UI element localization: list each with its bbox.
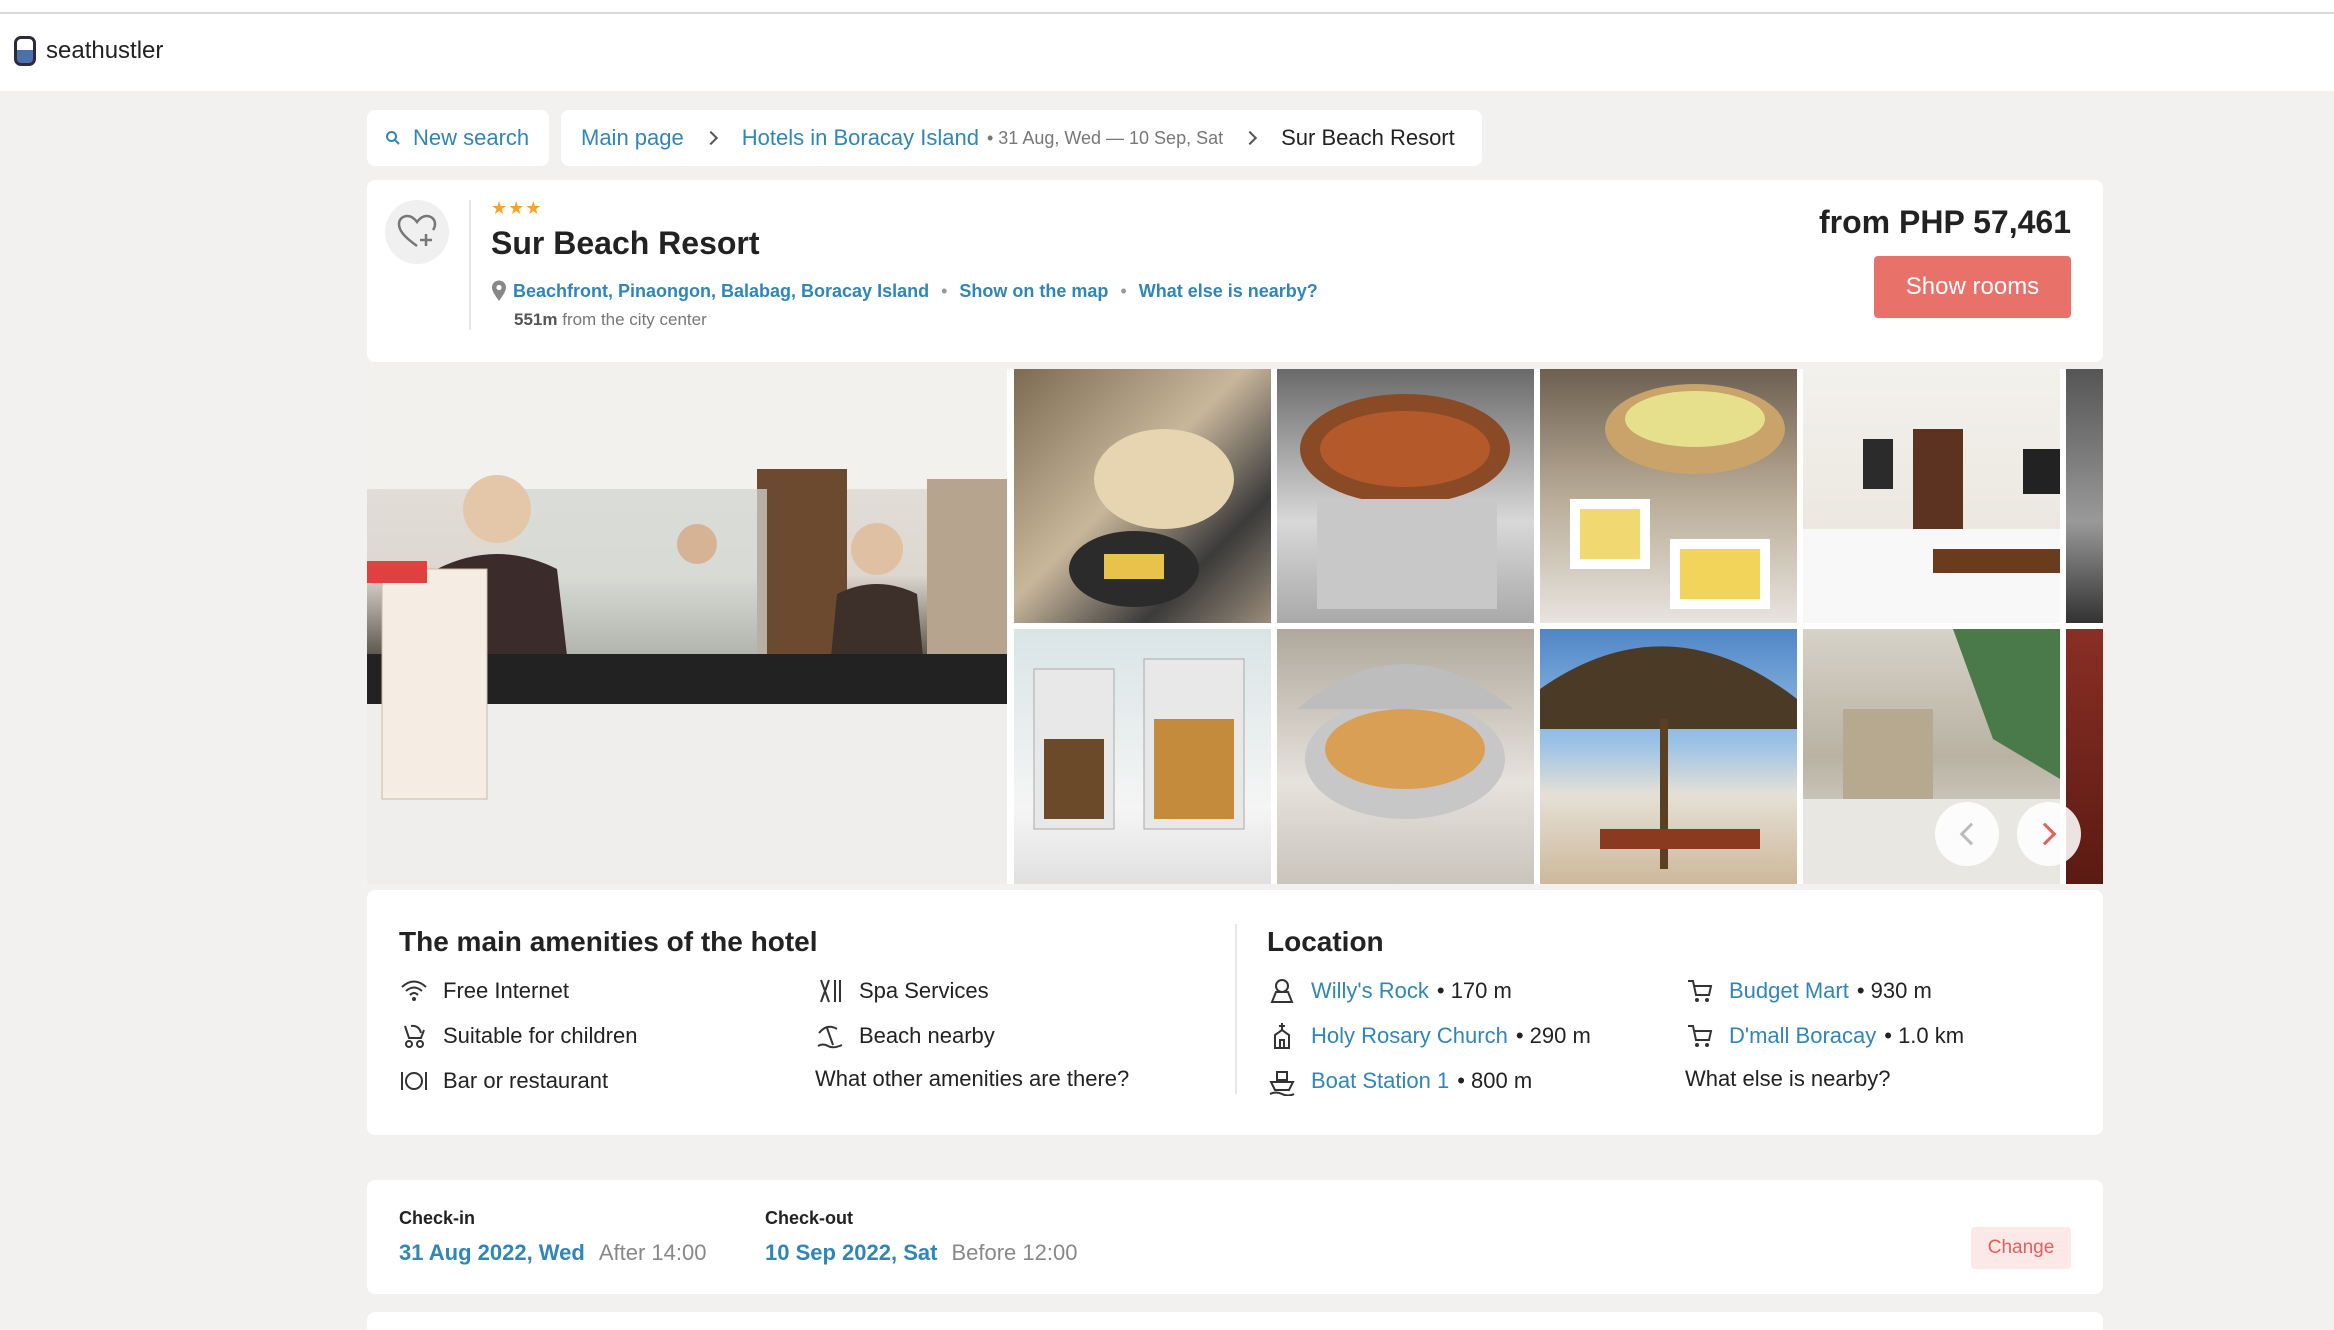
amenity-label: Free Internet — [443, 978, 569, 1003]
distance-text: from the city center — [562, 310, 707, 329]
checkin-label: Check-in — [399, 1208, 476, 1228]
location-item: Willy's Rock • 170 m — [1267, 976, 1512, 1006]
hotel-address-link[interactable]: Beachfront, Pinaongon, Balabag, Boracay … — [513, 281, 929, 302]
shopping-cart-icon — [1688, 1025, 1713, 1047]
location-item: Boat Station 1 • 800 m — [1267, 1066, 1532, 1096]
site-header: seathustler — [0, 14, 2334, 91]
cereal-photo[interactable] — [1014, 629, 1271, 884]
logo[interactable]: seathustler — [14, 36, 163, 66]
location-item: Budget Mart • 930 m — [1685, 976, 1932, 1006]
gallery-prev-button[interactable] — [1935, 802, 1999, 866]
address-row: Beachfront, Pinaongon, Balabag, Boracay … — [491, 280, 1318, 302]
location-title: Location — [1267, 926, 1384, 957]
location-distance: • 930 m — [1856, 978, 1932, 1003]
breadcrumb-main-page[interactable]: Main page — [581, 125, 684, 151]
photo-gallery — [367, 369, 2103, 884]
wifi-icon — [401, 980, 427, 1001]
location-item: Holy Rosary Church • 290 m — [1267, 1021, 1591, 1051]
checkin-value[interactable]: 31 Aug 2022, Wed After 14:00 — [399, 1240, 707, 1266]
amenities-card: The main amenities of the hotel Free Int… — [367, 890, 2103, 1135]
check-in-out-card: Check-in 31 Aug 2022, Wed After 14:00 Ch… — [367, 1180, 2103, 1294]
favorite-button[interactable] — [385, 200, 449, 264]
new-search-button[interactable]: New search — [367, 110, 549, 166]
breadcrumb: Main page Hotels in Boracay Island • 31 … — [561, 110, 1482, 166]
next-section-card — [367, 1312, 2103, 1330]
hotel-header-card: ★★★ Sur Beach Resort Beachfront, Pinaong… — [367, 180, 2103, 362]
breadcrumb-dates: • 31 Aug, Wed — 10 Sep, Sat — [986, 127, 1224, 148]
spa-icon — [820, 979, 841, 1003]
hotel-name: Sur Beach Resort — [491, 225, 760, 261]
location-distance: • 800 m — [1457, 1068, 1533, 1093]
restaurant-icon — [401, 1072, 427, 1090]
chevron-right-icon — [1243, 130, 1258, 146]
breadcrumb-hotels[interactable]: Hotels in Boracay Island — [742, 125, 979, 151]
separator — [469, 200, 471, 330]
more-nearby-link[interactable]: What else is nearby? — [1685, 1066, 1890, 1092]
heart-plus-icon — [397, 214, 437, 248]
chevron-right-icon — [2033, 822, 2057, 846]
location-item: D'mall Boracay • 1.0 km — [1685, 1021, 1964, 1051]
location-name[interactable]: Budget Mart — [1729, 978, 1849, 1004]
landmark-icon — [1270, 979, 1294, 1003]
distance-from-center: 551m from the city center — [514, 310, 707, 330]
checkout-label: Check-out — [765, 1208, 854, 1228]
beach-photo[interactable] — [1540, 629, 1797, 884]
checkin-time: After 14:00 — [598, 1240, 707, 1265]
chevron-left-icon — [1959, 822, 1983, 846]
checkin-date: 31 Aug 2022, Wed — [399, 1240, 585, 1265]
top-border — [0, 0, 2334, 14]
location-pin-icon — [492, 280, 506, 301]
location-distance: • 170 m — [1436, 978, 1512, 1003]
distance-value: 551m — [514, 310, 558, 329]
nearby-link[interactable]: What else is nearby? — [1139, 281, 1318, 302]
amenity-label: Suitable for children — [443, 1023, 638, 1048]
star-rating: ★★★ — [491, 198, 543, 218]
location-distance: • 290 m — [1515, 1023, 1591, 1048]
chevron-right-icon — [703, 130, 718, 146]
show-rooms-button[interactable]: Show rooms — [1874, 256, 2071, 318]
logo-icon — [14, 36, 36, 66]
location-name[interactable]: D'mall Boracay — [1729, 1023, 1876, 1049]
new-search-label: New search — [413, 125, 530, 150]
stew-photo[interactable] — [1277, 369, 1534, 623]
amenity-label: Bar or restaurant — [443, 1068, 609, 1093]
reception-photo[interactable] — [367, 369, 1007, 884]
amenity-item: Suitable for children — [399, 1021, 637, 1051]
amenity-label: Spa Services — [859, 978, 989, 1003]
checkout-time: Before 12:00 — [951, 1240, 1078, 1265]
church-icon — [1274, 1023, 1290, 1049]
dot-separator: • — [1120, 280, 1127, 301]
bedroom-photo[interactable] — [1803, 369, 2060, 623]
bread-photo[interactable] — [1014, 369, 1271, 623]
checkout-value[interactable]: 10 Sep 2022, Sat Before 12:00 — [765, 1240, 1077, 1266]
stroller-icon — [404, 1024, 425, 1048]
show-on-map-link[interactable]: Show on the map — [959, 281, 1108, 302]
more-amenities-link[interactable]: What other amenities are there? — [815, 1066, 1129, 1092]
change-dates-button[interactable]: Change — [1971, 1227, 2071, 1269]
amenity-item: Beach nearby — [815, 1021, 995, 1051]
salad-photo[interactable] — [1540, 369, 1797, 623]
logo-text: seathustler — [46, 37, 164, 64]
extra-photo[interactable] — [2066, 369, 2103, 623]
dot-separator: • — [941, 280, 948, 301]
beach-icon — [817, 1025, 843, 1049]
amenity-item: Spa Services — [815, 976, 989, 1006]
amenities-title: The main amenities of the hotel — [399, 926, 818, 957]
location-distance: • 1.0 km — [1884, 1023, 1965, 1048]
amenity-label: Beach nearby — [859, 1023, 995, 1048]
breadcrumb-current: Sur Beach Resort — [1281, 125, 1455, 150]
amenity-item: Free Internet — [399, 976, 569, 1006]
boat-icon — [1269, 1071, 1295, 1096]
shopping-cart-icon — [1688, 980, 1713, 1002]
location-name[interactable]: Holy Rosary Church — [1311, 1023, 1508, 1049]
location-name[interactable]: Willy's Rock — [1311, 978, 1429, 1004]
divider — [1235, 924, 1237, 1094]
price: from PHP 57,461 — [1819, 204, 2071, 240]
rice-photo[interactable] — [1277, 629, 1534, 884]
search-icon — [386, 131, 400, 145]
gallery-next-button[interactable] — [2017, 802, 2081, 866]
checkout-date: 10 Sep 2022, Sat — [765, 1240, 938, 1265]
location-name[interactable]: Boat Station 1 — [1311, 1068, 1449, 1094]
amenity-item: Bar or restaurant — [399, 1066, 608, 1096]
